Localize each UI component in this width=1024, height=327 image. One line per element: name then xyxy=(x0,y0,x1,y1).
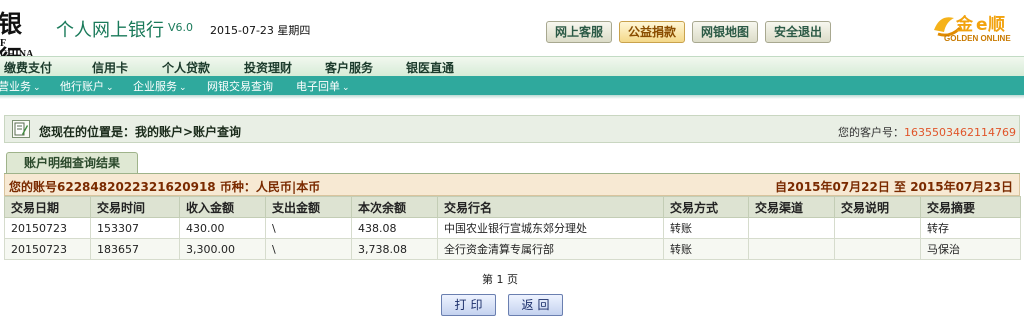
table-cell xyxy=(834,217,921,239)
primary-nav: 缴费支付 信用卡 个人贷款 投资理财 客户服务 银医直通 xyxy=(0,56,1024,76)
nav-hospital-direct[interactable]: 银医直通 xyxy=(406,59,454,76)
svg-text:顺: 顺 xyxy=(988,15,1005,35)
print-button[interactable]: 打印 xyxy=(441,294,496,316)
secondary-nav: 营业务 ⌄ 他行账户 ⌄ 企业服务 ⌄ 网银交易查询 电子回单 ⌄ xyxy=(0,76,1024,95)
customer-number-label: 您的客户号： xyxy=(838,126,905,139)
table-cell: 3,300.00 xyxy=(179,238,266,260)
table-cell xyxy=(834,238,921,260)
svg-text:金: 金 xyxy=(955,14,974,35)
chevron-down-icon: ⌄ xyxy=(106,83,114,93)
col-header: 交易说明 xyxy=(834,196,921,218)
col-header: 交易渠道 xyxy=(748,196,835,218)
header: 银行 F CHINA 个人网上银行 V6.0 2015-07-23 星期四 网上… xyxy=(0,0,1024,73)
breadcrumb: 您现在的位置是：我的账户>账户查询 您的客户号：1635503462114769 xyxy=(4,115,1020,143)
table-cell: 3,738.08 xyxy=(351,238,438,260)
nav-personal-loan[interactable]: 个人贷款 xyxy=(162,59,210,76)
back-button[interactable]: 返回 xyxy=(508,294,563,316)
nav-customer-service[interactable]: 客户服务 xyxy=(325,59,373,76)
subnav-transaction-query[interactable]: 网银交易查询 xyxy=(207,78,273,94)
golden-online-subtitle: GOLDEN ONLINE xyxy=(944,34,1011,43)
charity-donation-button[interactable]: 公益捐款 xyxy=(619,21,686,43)
chevron-down-icon: ⌄ xyxy=(179,83,187,93)
table-cell: 转账 xyxy=(663,238,749,260)
safe-logout-button[interactable]: 安全退出 xyxy=(765,21,832,43)
nav-investment[interactable]: 投资理财 xyxy=(244,59,292,76)
table-cell: 20150723 xyxy=(4,238,91,260)
table-row: 20150723 153307 430.00 \ 438.08 中国农业银行宣城… xyxy=(4,217,1021,239)
nav-divider xyxy=(0,95,1024,99)
golden-online-logo: 金 e 顺 xyxy=(934,14,1005,37)
table-row: 20150723 183657 3,300.00 \ 3,738.08 全行资金… xyxy=(4,238,1021,260)
table-cell: 转存 xyxy=(920,217,1021,239)
action-buttons: 打印 返回 xyxy=(441,294,563,316)
chevron-down-icon: ⌄ xyxy=(33,83,41,93)
col-header: 收入金额 xyxy=(179,196,266,218)
table-cell: 438.08 xyxy=(351,217,438,239)
table-cell: 转账 xyxy=(663,217,749,239)
subnav-label: 营业务 xyxy=(0,80,31,93)
query-period: 自2015年07月22日 至 2015年07月23日 xyxy=(775,180,1013,194)
col-header: 支出金额 xyxy=(265,196,352,218)
subnav-label: 企业服务 xyxy=(133,80,177,93)
account-summary: 您的账号6228482022321620918 币种：人民币|本币 自2015年… xyxy=(4,174,1020,196)
col-header: 交易摘要 xyxy=(920,196,1021,218)
table-cell: 20150723 xyxy=(4,217,91,239)
col-header: 交易行名 xyxy=(437,196,664,218)
table-cell: 430.00 xyxy=(179,217,266,239)
online-service-button[interactable]: 网上客服 xyxy=(546,21,613,43)
site-version: V6.0 xyxy=(168,21,194,34)
table-cell: 全行资金清算专属行部 xyxy=(437,238,664,260)
customer-number: 您的客户号：1635503462114769 xyxy=(838,124,1016,140)
table-cell: \ xyxy=(265,238,352,260)
table-cell: 153307 xyxy=(90,217,180,239)
tab-account-detail-result[interactable]: 账户明细查询结果 xyxy=(6,152,138,174)
col-header: 本次余额 xyxy=(351,196,438,218)
subnav-other-bank[interactable]: 他行账户 ⌄ xyxy=(60,78,114,94)
account-info: 您的账号6228482022321620918 币种：人民币|本币 xyxy=(9,180,321,194)
col-header: 交易时间 xyxy=(90,196,180,218)
subnav-business[interactable]: 营业务 ⌄ xyxy=(0,78,41,94)
document-edit-icon xyxy=(12,120,30,138)
subnav-label: 他行账户 xyxy=(60,80,104,93)
current-date: 2015-07-23 星期四 xyxy=(210,24,311,37)
site-title: 个人网上银行 xyxy=(56,20,164,41)
chevron-down-icon: ⌄ xyxy=(342,83,350,93)
golden-online-logo-graphic: 金 e 顺 xyxy=(934,14,1005,37)
col-header: 交易日期 xyxy=(4,196,91,218)
nav-credit-card[interactable]: 信用卡 xyxy=(92,59,128,76)
table-cell xyxy=(748,238,835,260)
nav-bill-payment[interactable]: 缴费支付 xyxy=(4,59,52,76)
top-toolbar: 网上客服 公益捐款 网银地图 安全退出 xyxy=(546,21,832,43)
subnav-enterprise[interactable]: 企业服务 ⌄ xyxy=(133,78,187,94)
customer-number-value: 1635503462114769 xyxy=(904,126,1016,139)
col-header: 交易方式 xyxy=(663,196,749,218)
table-cell: \ xyxy=(265,217,352,239)
bank-map-button[interactable]: 网银地图 xyxy=(692,21,759,43)
subnav-label: 电子回单 xyxy=(296,80,340,93)
breadcrumb-text: 您现在的位置是：我的账户>账户查询 xyxy=(39,125,242,139)
page-indicator: 第 1 页 xyxy=(482,273,518,286)
table-cell: 马保治 xyxy=(920,238,1021,260)
subnav-e-receipt[interactable]: 电子回单 ⌄ xyxy=(296,78,350,94)
table-cell: 183657 xyxy=(90,238,180,260)
table-cell xyxy=(748,217,835,239)
table-header: 交易日期 交易时间 收入金额 支出金额 本次余额 交易行名 交易方式 交易渠道 … xyxy=(4,196,1021,218)
table-cell: 中国农业银行宣城东郊分理处 xyxy=(437,217,664,239)
transaction-table: 交易日期 交易时间 收入金额 支出金额 本次余额 交易行名 交易方式 交易渠道 … xyxy=(4,196,1021,260)
svg-text:e: e xyxy=(976,15,988,35)
